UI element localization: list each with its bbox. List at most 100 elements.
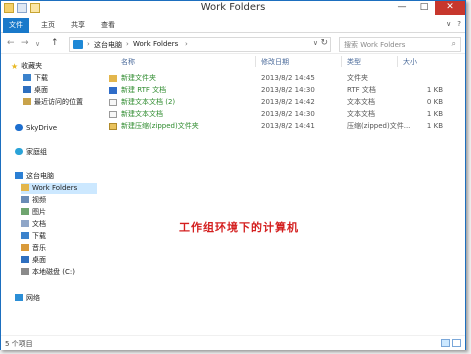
sidebar-item-documents[interactable]: 文档: [21, 219, 46, 230]
search-icon[interactable]: ⌕: [452, 39, 456, 49]
recent-places-icon: [23, 98, 31, 105]
recent-locations-icon[interactable]: ∨: [35, 40, 40, 48]
desktop-icon: [23, 86, 31, 93]
maximize-button[interactable]: □: [413, 1, 435, 15]
back-icon[interactable]: ←: [7, 38, 15, 48]
rtf-document-icon: [109, 87, 117, 94]
tab-home[interactable]: 主页: [35, 18, 61, 33]
sidebar-item-skydrive[interactable]: SkyDrive: [15, 123, 57, 134]
file-row[interactable]: 新建文件夹 2013/8/2 14:45 文件夹: [99, 73, 465, 84]
sidebar-item-desktop-pc[interactable]: 桌面: [21, 255, 46, 266]
network-icon: [15, 294, 23, 301]
sidebar-item-work-folders[interactable]: Work Folders: [21, 183, 97, 194]
file-row[interactable]: 新建文本文档 2013/8/2 14:30 文本文档 1 KB: [99, 109, 465, 120]
sidebar-item-desktop[interactable]: 桌面: [23, 85, 48, 96]
ribbon-tabs: 文件 主页 共享 查看 ∨ ?: [1, 17, 465, 33]
sidebar-item-recent-places[interactable]: 最近访问的位置: [23, 97, 83, 108]
column-divider[interactable]: [255, 56, 256, 67]
sidebar-item-label: 网络: [26, 294, 40, 302]
breadcrumb-separator: ›: [126, 40, 129, 48]
search-input[interactable]: 搜索 Work Folders: [344, 40, 405, 50]
skydrive-icon: [15, 124, 23, 131]
sidebar-item-label: 下载: [34, 74, 48, 82]
file-size: 1 KB: [426, 110, 443, 118]
breadcrumb-work-folders[interactable]: Work Folders: [133, 40, 178, 48]
minimize-button[interactable]: —: [391, 1, 413, 15]
desktop-icon: [21, 256, 29, 263]
file-type: 文本文档: [347, 110, 375, 118]
sidebar-item-label: 最近访问的位置: [34, 98, 83, 106]
sidebar-item-label: 家庭组: [26, 148, 47, 156]
homegroup-icon: [15, 148, 23, 155]
tab-view[interactable]: 查看: [95, 18, 121, 33]
sidebar-item-music[interactable]: 音乐: [21, 243, 46, 254]
file-row[interactable]: 新建 RTF 文档 2013/8/2 14:30 RTF 文档 1 KB: [99, 85, 465, 96]
expand-ribbon-icon[interactable]: ∨: [446, 20, 451, 28]
address-bar[interactable]: › 这台电脑 › Work Folders › ∨ ↻: [69, 37, 331, 52]
file-date: 2013/8/2 14:42: [261, 98, 315, 106]
file-date: 2013/8/2 14:30: [261, 86, 315, 94]
sidebar-item-label: 视频: [32, 196, 46, 204]
sidebar-item-videos[interactable]: 视频: [21, 195, 46, 206]
file-type: 压缩(zipped)文件...: [347, 122, 411, 130]
column-divider[interactable]: [341, 56, 342, 67]
search-box[interactable]: 搜索 Work Folders ⌕: [339, 37, 461, 52]
sidebar-item-label: 下载: [32, 232, 46, 240]
sidebar-item-favorites[interactable]: ★ 收藏夹: [11, 61, 42, 72]
sidebar-item-downloads[interactable]: 下载: [23, 73, 48, 84]
file-date: 2013/8/2 14:45: [261, 74, 315, 82]
breadcrumb-this-pc[interactable]: 这台电脑: [94, 40, 122, 50]
tab-file[interactable]: 文件: [3, 18, 29, 33]
file-size: 1 KB: [426, 122, 443, 130]
address-dropdown-icon[interactable]: ∨: [313, 39, 318, 47]
file-size: 1 KB: [426, 86, 443, 94]
zip-folder-icon: [109, 123, 117, 130]
sidebar-item-this-pc[interactable]: 这台电脑: [15, 171, 54, 182]
work-folders-icon: [21, 184, 29, 191]
details-view-icon[interactable]: [441, 339, 450, 347]
this-pc-icon: [15, 172, 23, 179]
sidebar-item-label: Work Folders: [32, 184, 78, 192]
forward-icon[interactable]: →: [21, 38, 29, 48]
sidebar-item-downloads-pc[interactable]: 下载: [21, 231, 46, 242]
large-icons-view-icon[interactable]: [452, 339, 461, 347]
file-name: 新建文件夹: [121, 74, 156, 82]
file-name: 新建压缩(zipped)文件夹: [121, 122, 199, 130]
file-date: 2013/8/2 14:30: [261, 110, 315, 118]
folder-icon: [109, 75, 117, 82]
sidebar-item-label: 桌面: [32, 256, 46, 264]
downloads-icon: [21, 232, 29, 239]
file-name: 新建文本文档 (2): [121, 98, 176, 106]
file-type: 文件夹: [347, 74, 368, 82]
up-icon[interactable]: ↑: [51, 38, 59, 48]
column-divider[interactable]: [397, 56, 398, 67]
this-pc-icon: [73, 40, 83, 49]
file-row[interactable]: 新建文本文档 (2) 2013/8/2 14:42 文本文档 0 KB: [99, 97, 465, 108]
column-header-size[interactable]: 大小: [403, 57, 417, 67]
local-disk-icon: [21, 268, 29, 275]
column-header-name[interactable]: 名称: [121, 57, 135, 67]
sidebar-item-pictures[interactable]: 图片: [21, 207, 46, 218]
help-icon[interactable]: ?: [457, 20, 461, 28]
file-row[interactable]: 新建压缩(zipped)文件夹 2013/8/2 14:41 压缩(zipped…: [99, 121, 465, 132]
address-row: ← → ∨ ↑ › 这台电脑 › Work Folders › ∨ ↻ 搜索 W…: [1, 34, 465, 54]
sidebar-item-label: 文档: [32, 220, 46, 228]
status-bar: 5 个项目: [1, 335, 465, 350]
sidebar-item-label: 图片: [32, 208, 46, 216]
sidebar-item-label: 收藏夹: [21, 62, 43, 70]
sidebar-item-homegroup[interactable]: 家庭组: [15, 147, 47, 158]
close-button[interactable]: ✕: [435, 1, 465, 15]
pictures-icon: [21, 208, 29, 215]
file-size: 0 KB: [426, 98, 443, 106]
column-header-date[interactable]: 修改日期: [261, 57, 289, 67]
column-header-type[interactable]: 类型: [347, 57, 361, 67]
breadcrumb-separator: ›: [87, 40, 90, 48]
ribbon-right-controls: ∨ ?: [446, 20, 461, 28]
music-icon: [21, 244, 29, 251]
navigation-pane: ★ 收藏夹 下载 桌面 最近访问的位置 SkyDrive 家庭组 这台电脑 Wor…: [1, 55, 98, 335]
text-document-icon: [109, 111, 117, 118]
sidebar-item-local-disk[interactable]: 本地磁盘 (C:): [21, 267, 75, 278]
sidebar-item-network[interactable]: 网络: [15, 293, 40, 304]
tab-share[interactable]: 共享: [65, 18, 91, 33]
refresh-icon[interactable]: ↻: [320, 38, 328, 48]
